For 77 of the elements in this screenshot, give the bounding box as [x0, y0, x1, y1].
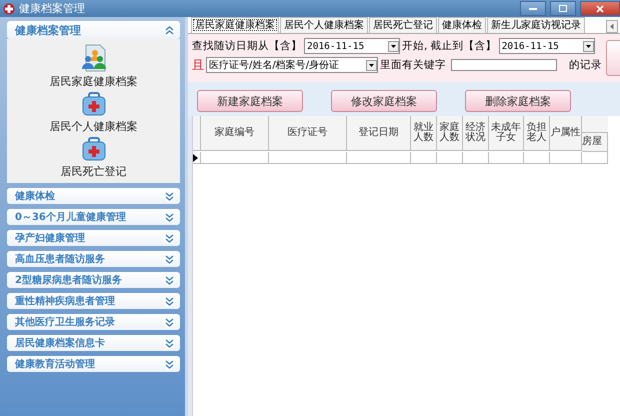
table-cell[interactable]	[463, 152, 489, 164]
sidebar-item[interactable]: 居民死亡登记	[60, 136, 126, 179]
window-title: 健康档案管理	[19, 1, 85, 16]
expand-icon	[164, 234, 174, 242]
column-header: 就业人数	[411, 116, 437, 151]
section-header[interactable]: 居民健康档案信息卡	[7, 335, 180, 351]
expand-icon	[164, 276, 174, 284]
expand-icon	[164, 318, 174, 326]
maximize-icon	[559, 5, 567, 12]
tab[interactable]: 居民家庭健康档案	[191, 17, 279, 33]
splitter-handle[interactable]	[188, 116, 193, 416]
minimize-icon	[529, 7, 537, 10]
table-cell[interactable]	[437, 152, 463, 164]
column-header: 医疗证号	[269, 116, 347, 151]
sidebar-item[interactable]: 居民家庭健康档案	[50, 44, 138, 89]
close-button[interactable]	[580, 1, 620, 16]
family-document-icon	[80, 44, 108, 72]
column-header: 户属性	[550, 116, 582, 151]
column-header: 未成年子女	[489, 116, 524, 151]
table-cell[interactable]	[550, 152, 582, 164]
app-icon	[3, 2, 15, 14]
close-icon	[596, 4, 604, 12]
expand-icon	[164, 192, 174, 200]
keyword-label: 里面有关键字	[380, 58, 446, 72]
tab[interactable]: 居民个人健康档案	[280, 17, 368, 33]
dropdown-icon	[388, 40, 399, 52]
section-header[interactable]: 重性精神疾病患者管理	[7, 293, 180, 309]
section-header[interactable]: 其他医疗卫生服务记录	[7, 314, 180, 330]
table-cell[interactable]	[411, 152, 437, 164]
table-cell[interactable]	[201, 152, 269, 164]
expand-icon	[164, 338, 174, 348]
minimize-button[interactable]	[520, 1, 546, 16]
field-select[interactable]: 医疗证号/姓名/档案号/身份证	[206, 57, 378, 73]
section-header[interactable]: 高血压患者随访服务	[7, 251, 180, 267]
collapse-icon	[164, 26, 174, 34]
date-from-picker[interactable]: 2016-11-15	[304, 38, 400, 54]
tab[interactable]: 居民死亡登记	[369, 17, 437, 33]
action-button[interactable]: 删除家庭档案	[465, 90, 571, 112]
table-cell[interactable]	[524, 152, 550, 164]
table-cell[interactable]	[489, 152, 524, 164]
table-cell[interactable]	[582, 152, 608, 164]
keyword-input[interactable]	[451, 59, 557, 71]
table-cell[interactable]	[347, 152, 411, 164]
expand-icon	[164, 296, 174, 306]
section-header[interactable]: 孕产妇健康管理	[7, 230, 180, 246]
action-button[interactable]: 修改家庭档案	[331, 90, 437, 112]
column-header: 家庭编号	[201, 116, 269, 151]
expand-icon	[164, 360, 174, 368]
scroll-left-icon[interactable]	[606, 20, 618, 33]
column-header: 登记日期	[347, 116, 411, 151]
table-cell[interactable]	[269, 152, 347, 164]
section-header[interactable]: 0～36个月儿童健康管理	[7, 209, 180, 225]
date-to-label: 开始, 截止到【含】	[402, 39, 497, 53]
tab[interactable]: 健康体检	[438, 17, 486, 33]
date-to-picker[interactable]: 2016-11-15	[498, 38, 595, 54]
section-header[interactable]: 2型糖尿病患者随访服务	[7, 272, 180, 288]
expand-icon	[164, 254, 174, 264]
column-header: 家庭人数	[437, 116, 463, 151]
sidebar-item[interactable]: 居民个人健康档案	[50, 91, 138, 134]
search-button[interactable]	[606, 40, 620, 76]
medical-kit-icon	[80, 136, 106, 162]
section-header[interactable]: 健康教育活动管理	[7, 356, 180, 372]
section-header[interactable]: 健康档案管理	[7, 21, 180, 39]
maximize-button[interactable]	[550, 1, 576, 16]
column-header: 房屋	[582, 133, 608, 152]
expand-icon	[164, 212, 174, 222]
date-from-label: 查找随访日期从【含】	[192, 39, 302, 53]
action-button[interactable]: 新建家庭档案	[197, 90, 303, 112]
dropdown-icon	[366, 60, 377, 70]
records-label: 的记录	[569, 58, 602, 72]
column-header: 负担老人	[524, 116, 550, 151]
dropdown-icon	[582, 40, 594, 52]
section-header[interactable]: 健康体检	[7, 188, 180, 204]
column-header: 经济状况	[463, 116, 489, 151]
tab[interactable]: 新生儿家庭访视记录	[487, 17, 585, 33]
medical-kit-icon	[80, 91, 106, 117]
and-label: 且	[192, 56, 204, 74]
